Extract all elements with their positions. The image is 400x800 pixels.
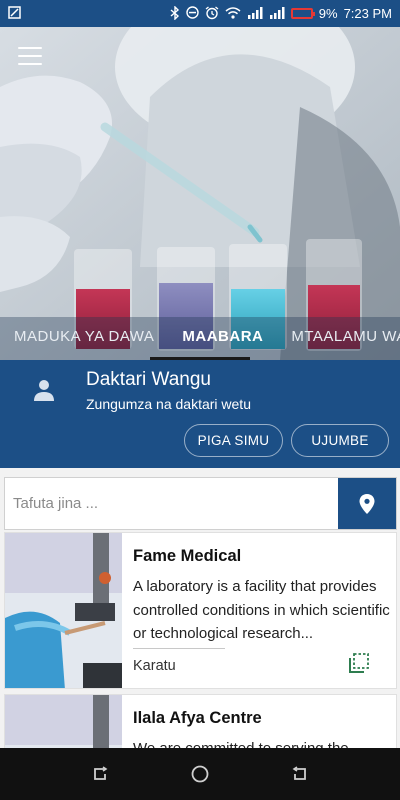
- listing-description: A laboratory is a facility that provides…: [133, 578, 390, 642]
- screen-cast-icon: [8, 6, 21, 21]
- laboratory-image: [0, 27, 400, 360]
- person-icon: [30, 376, 58, 404]
- system-navigation-bar: [0, 748, 400, 800]
- listing-description: We are committed to serving the: [133, 737, 391, 748]
- home-icon: [191, 765, 209, 783]
- listing-location: Karatu: [133, 658, 176, 674]
- wifi-icon: [225, 6, 241, 21]
- location-pin-icon: [359, 493, 375, 514]
- tab-laboratories[interactable]: MAABARA: [168, 328, 277, 345]
- recent-apps-button[interactable]: [87, 761, 113, 787]
- hamburger-icon: [18, 47, 42, 49]
- copy-icon[interactable]: [347, 651, 371, 675]
- back-button[interactable]: [287, 761, 313, 787]
- category-tabs: MADUKA YA DAWA MAABARA MTAALAMU WA LISHE: [0, 318, 400, 354]
- listing-name: Ilala Afya Centre: [133, 709, 262, 727]
- hero-banner: [0, 27, 400, 360]
- tab-nutritionist[interactable]: MTAALAMU WA LISHE: [277, 328, 400, 345]
- do-not-disturb-icon: [186, 6, 199, 21]
- search-bar: [4, 477, 397, 530]
- menu-button[interactable]: [18, 47, 42, 65]
- message-button[interactable]: UJUMBE: [291, 424, 389, 457]
- clock: 7:23 PM: [343, 6, 392, 21]
- listing-image: [5, 533, 122, 688]
- location-button[interactable]: [338, 478, 396, 529]
- list-item[interactable]: Fame Medical A laboratory is a facility …: [4, 532, 397, 689]
- signal-icon: [247, 6, 263, 21]
- signal-icon-2: [269, 6, 285, 21]
- recent-apps-icon: [94, 766, 108, 780]
- alarm-icon: [205, 5, 219, 22]
- my-doctor-panel: Daktari Wangu Zungumza na daktari wetu P…: [0, 360, 400, 468]
- listing-image: [5, 695, 122, 748]
- listing-content: Fame Medical A laboratory is a facility …: [0, 468, 400, 748]
- status-bar: 9% 7:23 PM: [0, 0, 400, 27]
- home-button[interactable]: [187, 761, 213, 787]
- doctor-title: Daktari Wangu: [86, 369, 211, 390]
- bluetooth-icon: [170, 4, 180, 22]
- back-icon: [292, 766, 306, 780]
- tab-pharmacies[interactable]: MADUKA YA DAWA: [0, 328, 168, 345]
- list-item[interactable]: Ilala Afya Centre We are committed to se…: [4, 694, 397, 748]
- doctor-subtitle: Zungumza na daktari wetu: [86, 396, 251, 412]
- battery-level: 9%: [318, 6, 338, 21]
- call-button[interactable]: PIGA SIMU: [184, 424, 283, 457]
- divider: [133, 648, 225, 649]
- listing-name: Fame Medical: [133, 547, 242, 565]
- search-input[interactable]: [5, 478, 339, 529]
- battery-icon: [290, 8, 315, 19]
